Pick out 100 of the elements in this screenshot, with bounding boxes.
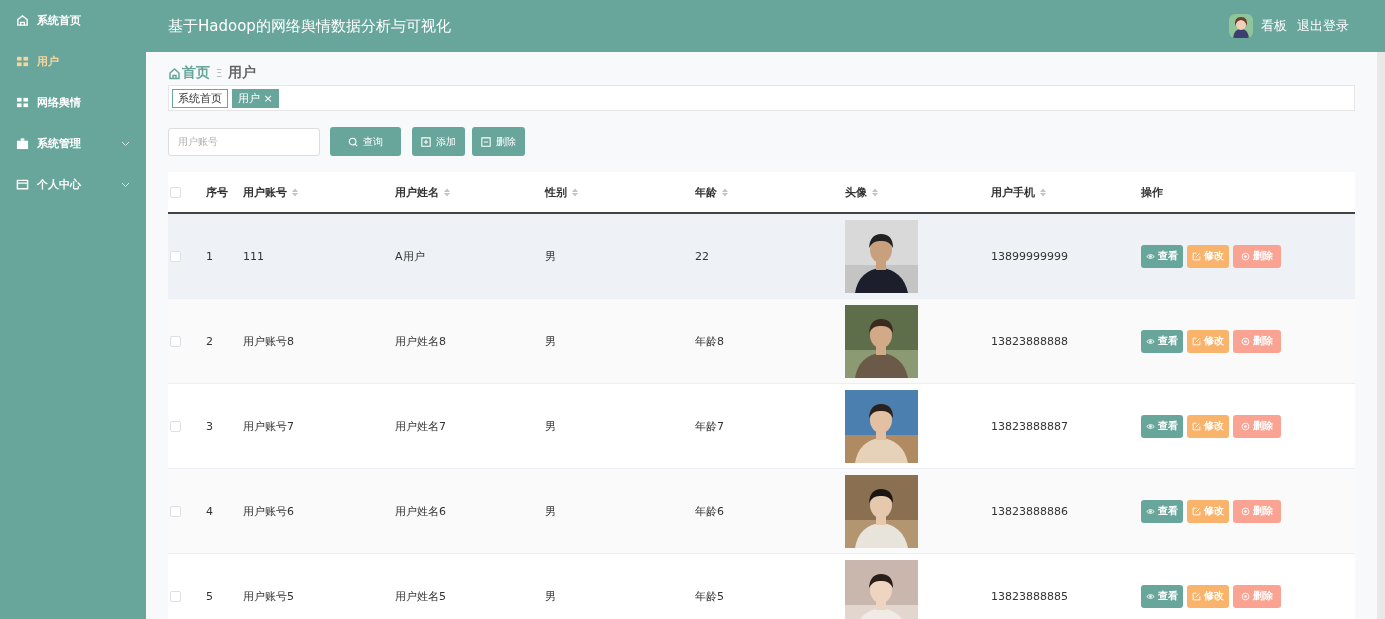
row-checkbox[interactable] (170, 250, 181, 262)
sidebar-item[interactable]: 系统首页 (0, 0, 146, 41)
row-checkbox[interactable] (170, 335, 181, 347)
grid-icon (16, 96, 29, 109)
sidebar-item[interactable]: 用户 (0, 41, 146, 82)
column-header: 序号 (206, 184, 228, 200)
column-header[interactable]: 用户账号 (243, 184, 287, 200)
table-cell-text: 用户账号6 (243, 503, 295, 519)
eye-icon (1146, 591, 1155, 601)
column-header[interactable]: 年龄 (695, 184, 717, 200)
sidebar-item[interactable]: 网络舆情 (0, 82, 146, 123)
table-row[interactable]: 2 用户账号8 用户姓名8 男 年龄8 13823888888 查看 修改 删除 (168, 299, 1355, 384)
card-icon (16, 178, 29, 191)
table-cell-text: 男 (545, 588, 557, 604)
table-cell-text: 5 (206, 589, 214, 603)
logout-link[interactable]: 退出登录 (1297, 17, 1349, 35)
column-header[interactable]: 用户姓名 (395, 184, 439, 200)
delete-button[interactable]: 删除 (1233, 584, 1281, 608)
view-button[interactable]: 查看 (1141, 499, 1183, 523)
table-cell-text: 男 (545, 248, 557, 264)
edit-button[interactable]: 修改 (1187, 244, 1229, 268)
column-header: 操作 (1141, 184, 1163, 200)
table-cell-text: 13823888888 (991, 334, 1069, 348)
sort-icon[interactable] (292, 187, 298, 197)
app-title: 基于Hadoop的网络舆情数据分析与可视化 (168, 16, 452, 36)
tab[interactable]: 系统首页 (172, 88, 228, 108)
table-cell-text: 13823888887 (991, 419, 1069, 433)
table-cell-text: 用户账号5 (243, 588, 295, 604)
table-row[interactable]: 5 用户账号5 用户姓名5 男 年龄5 13823888885 查看 修改 删除 (168, 554, 1355, 619)
view-button[interactable]: 查看 (1141, 244, 1183, 268)
table-cell-text: 用户账号7 (243, 418, 295, 434)
column-header[interactable]: 用户手机 (991, 184, 1035, 200)
delete-button[interactable]: 删除 (1233, 329, 1281, 353)
row-checkbox[interactable] (170, 420, 181, 432)
delete-button[interactable]: 删除 (1233, 414, 1281, 438)
table-cell-text: A用户 (395, 248, 426, 264)
row-checkbox[interactable] (170, 590, 181, 602)
eye-icon (1146, 506, 1155, 516)
table-cell-text: 男 (545, 418, 557, 434)
chevron-down-icon (121, 140, 130, 147)
tab[interactable]: 用户 × (232, 88, 279, 108)
delete-button[interactable]: 删除 (1233, 244, 1281, 268)
edit-button[interactable]: 修改 (1187, 414, 1229, 438)
home-icon (16, 14, 29, 27)
sidebar-item[interactable]: 系统管理 (0, 123, 146, 164)
edit-icon (1192, 591, 1201, 601)
view-button[interactable]: 查看 (1141, 414, 1183, 438)
sidebar-item[interactable]: 个人中心 (0, 164, 146, 205)
table-cell-text: 22 (695, 249, 710, 263)
table-cell-text: 年龄7 (695, 418, 725, 434)
row-checkbox[interactable] (170, 505, 181, 517)
sort-icon[interactable] (1040, 187, 1046, 197)
table-cell-text: 13899999999 (991, 249, 1069, 263)
circle-close-icon (1241, 251, 1250, 261)
circle-close-icon (1241, 591, 1250, 601)
view-button[interactable]: 查看 (1141, 329, 1183, 353)
search-field[interactable]: 用户账号 (168, 127, 320, 156)
delete-button[interactable]: 删除 (1233, 499, 1281, 523)
table-cell-text: 用户姓名8 (395, 333, 447, 349)
table-cell-text: 用户姓名5 (395, 588, 447, 604)
table-row[interactable]: 1 111 A用户 男 22 13899999999 查看 修改 删除 (168, 214, 1355, 299)
circle-close-icon (1241, 336, 1250, 346)
avatar-icon[interactable] (1229, 14, 1253, 38)
table-cell-text: 男 (545, 333, 557, 349)
table-cell-text: 2 (206, 334, 214, 348)
table-cell-text: 4 (206, 504, 214, 518)
sort-icon[interactable] (572, 187, 578, 197)
toolbar-button[interactable]: 添加 (412, 127, 465, 156)
table-cell-text: 用户账号8 (243, 333, 295, 349)
grid-icon (16, 55, 29, 68)
briefcase-icon (16, 137, 29, 150)
table-cell-text: 男 (545, 503, 557, 519)
view-button[interactable]: 查看 (1141, 584, 1183, 608)
toolbar-button[interactable]: 查询 (330, 127, 401, 156)
table-cell-text: 3 (206, 419, 214, 433)
column-header[interactable]: 性别 (545, 184, 567, 200)
sort-icon[interactable] (872, 187, 878, 197)
breadcrumb-home[interactable]: 首页 (168, 64, 210, 82)
edit-button[interactable]: 修改 (1187, 329, 1229, 353)
table-cell-text: 年龄8 (695, 333, 725, 349)
table-row[interactable]: 4 用户账号6 用户姓名6 男 年龄6 13823888886 查看 修改 删除 (168, 469, 1355, 554)
edit-icon (1192, 506, 1201, 516)
select-all-checkbox[interactable] (170, 186, 181, 198)
sort-icon[interactable] (722, 187, 728, 197)
user-name[interactable]: 看板 (1261, 17, 1287, 35)
edit-button[interactable]: 修改 (1187, 584, 1229, 608)
circle-close-icon (1241, 506, 1250, 516)
table-cell-text: 用户姓名6 (395, 503, 447, 519)
chevron-down-icon (121, 181, 130, 188)
table-cell-text: 111 (243, 249, 265, 263)
table-cell-text: 用户姓名7 (395, 418, 447, 434)
table-cell-text: 年龄5 (695, 588, 725, 604)
edit-icon (1192, 336, 1201, 346)
sort-icon[interactable] (444, 187, 450, 197)
table-cell-text: 13823888885 (991, 589, 1069, 603)
circle-close-icon (1241, 421, 1250, 431)
toolbar-button[interactable]: 删除 (472, 127, 525, 156)
breadcrumb-current: 用户 (228, 64, 257, 82)
edit-button[interactable]: 修改 (1187, 499, 1229, 523)
column-header[interactable]: 头像 (845, 184, 867, 200)
